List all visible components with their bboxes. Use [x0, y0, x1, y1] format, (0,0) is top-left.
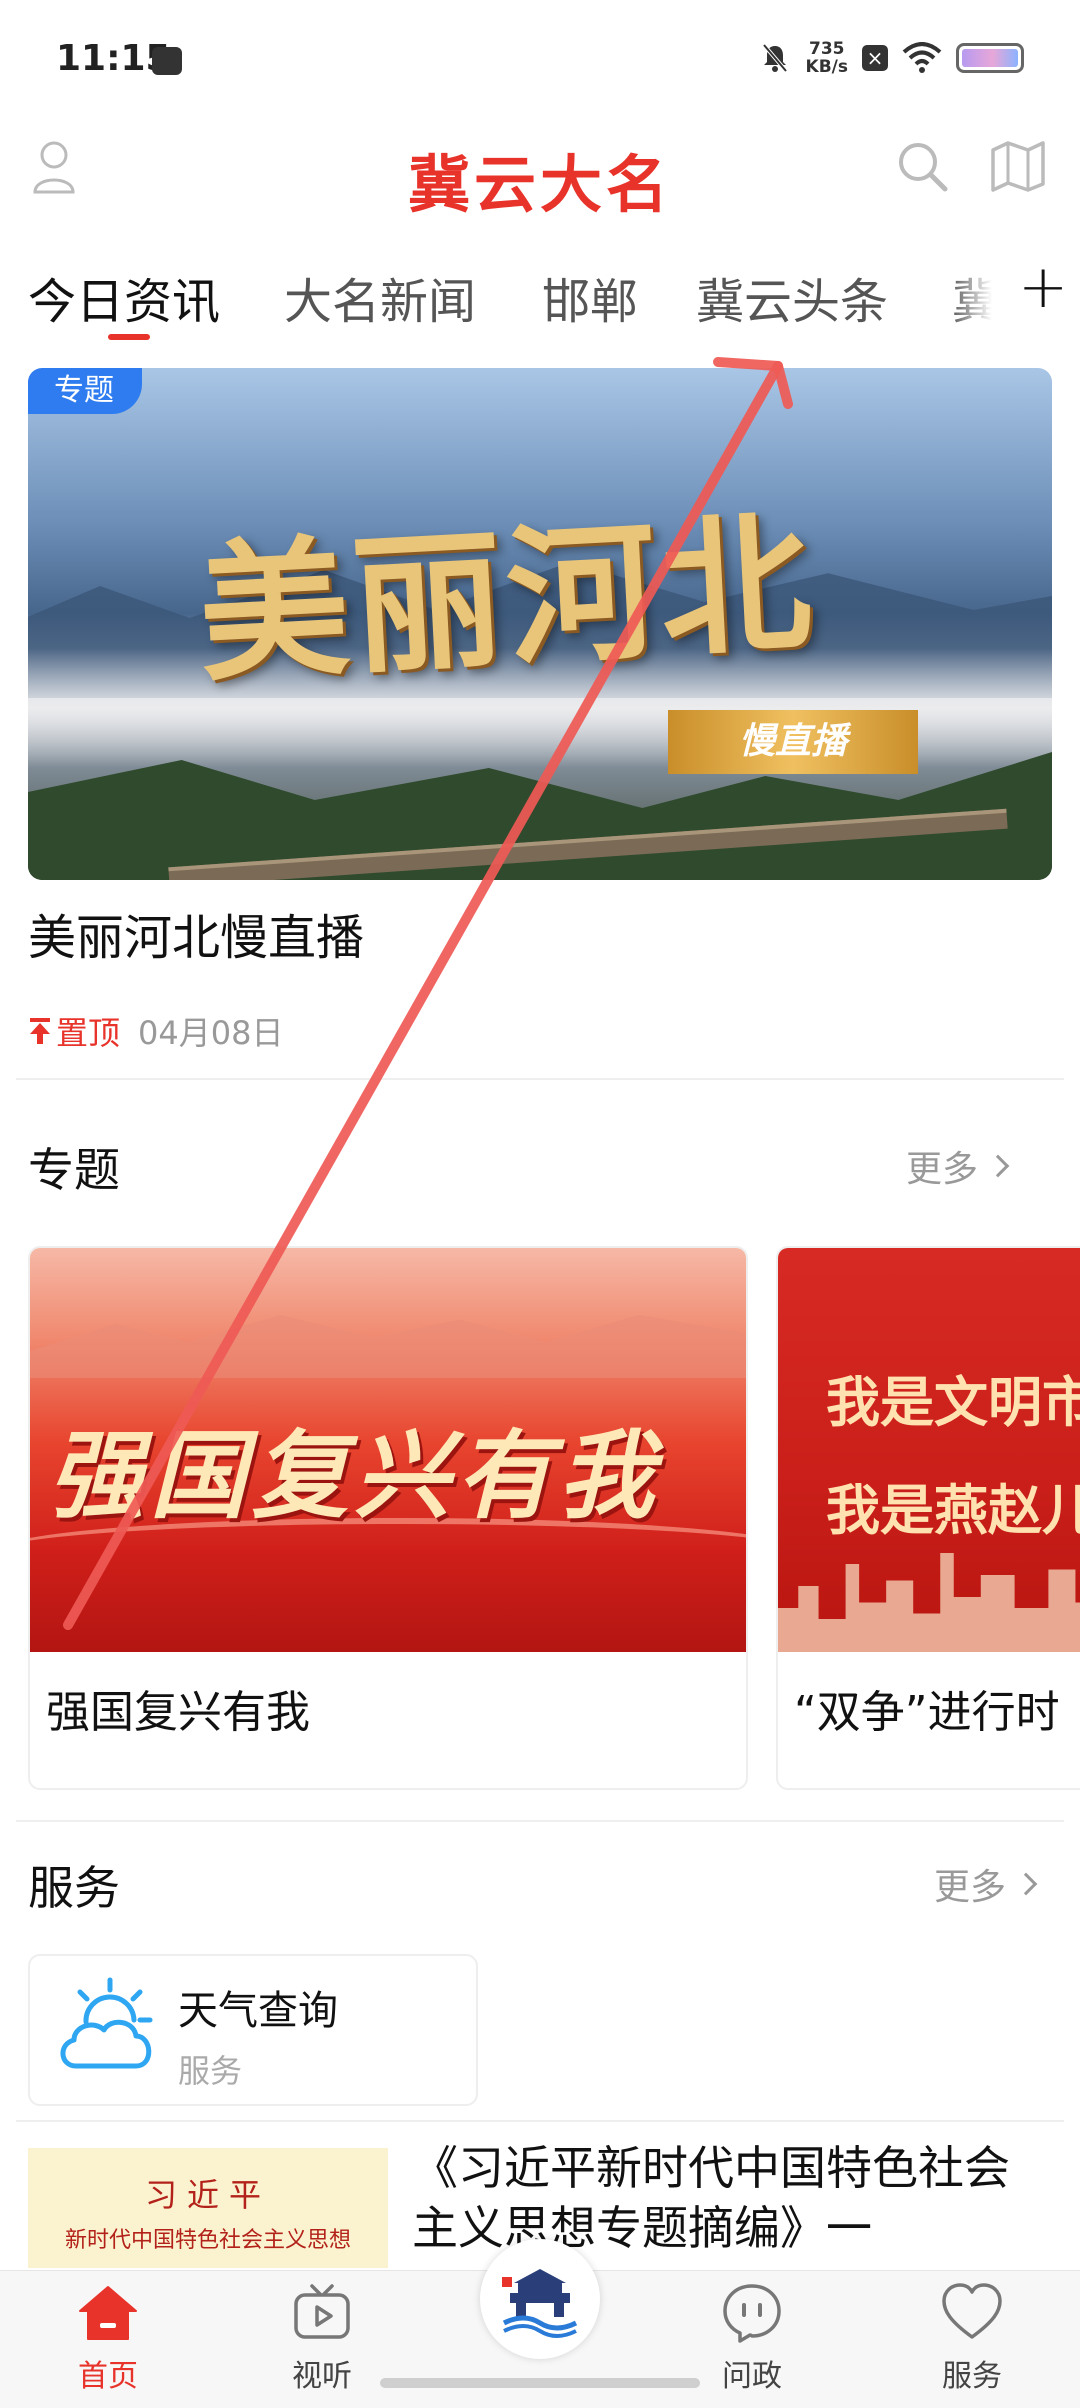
- news-meta: 置顶 04月08日: [28, 1008, 283, 1054]
- nav-label: 首页: [78, 2359, 138, 2394]
- more-label: 更多: [934, 1867, 1007, 1908]
- topics-more-link[interactable]: 更多: [906, 1140, 1010, 1192]
- topics-section-title: 专题: [28, 1143, 120, 1197]
- thumbnail-line2: 新时代中国特色社会主义思想: [64, 2228, 351, 2253]
- heart-icon: [942, 2283, 1002, 2339]
- tab-jiyun-headlines[interactable]: 冀云头条: [696, 262, 888, 332]
- tab-handan[interactable]: 邯郸: [542, 262, 638, 332]
- status-bar: 11:15 735 KB/s ×: [0, 0, 1080, 120]
- nav-home[interactable]: 首页: [28, 2281, 188, 2395]
- map-icon[interactable]: [990, 140, 1046, 192]
- featured-banner[interactable]: 美丽河北 慢直播 专题: [28, 368, 1052, 880]
- more-label: 更多: [906, 1149, 979, 1190]
- service-weather-card[interactable]: 天气查询 服务: [28, 1954, 478, 2106]
- divider: [16, 2120, 1064, 2122]
- network-speed-value: 735: [809, 39, 845, 59]
- news-date: 04月08日: [138, 1014, 284, 1052]
- chevron-right-icon: [1014, 1872, 1038, 1896]
- topic-image-line2: 我是燕赵儿女: [826, 1479, 1080, 1542]
- service-name: 天气查询: [178, 1988, 338, 2034]
- services-section-title: 服务: [28, 1861, 120, 1915]
- banner-live-label: 慢直播: [668, 710, 918, 774]
- topic-label: 强国复兴有我: [46, 1687, 310, 1738]
- topic-card[interactable]: 我是文明市民 我是燕赵儿女 “双争”进行时: [776, 1246, 1080, 1790]
- divider: [16, 1820, 1064, 1822]
- pin-top-icon: [30, 1018, 50, 1044]
- battery-icon: [956, 43, 1024, 73]
- daming-logo-icon: [502, 2269, 578, 2338]
- tab-daming-news[interactable]: 大名新闻: [284, 262, 476, 332]
- app-header: 冀云大名: [0, 120, 1080, 221]
- network-speed-unit: KB/s: [805, 57, 848, 77]
- nav-label: 问政: [722, 2359, 782, 2394]
- mute-bell-icon: [762, 43, 788, 73]
- topic-image-slogan: 强国复兴有我: [48, 1420, 660, 1532]
- nav-label: 服务: [942, 2359, 1002, 2394]
- network-speed: 735 KB/s: [806, 40, 848, 76]
- wifi-icon: [902, 42, 942, 73]
- chat-bubble-icon: [723, 2284, 781, 2343]
- topic-card[interactable]: 强国复兴有我 强国复兴有我: [28, 1246, 748, 1790]
- tab-today-news[interactable]: 今日资讯: [28, 262, 220, 332]
- special-topic-badge: 专题: [28, 368, 142, 414]
- nav-video[interactable]: 视听: [242, 2281, 402, 2395]
- topic-label: “双争”进行时: [794, 1687, 1060, 1738]
- nav-label: 视听: [292, 2359, 352, 2394]
- tv-play-icon: [294, 2284, 350, 2339]
- active-tab-indicator: [108, 334, 150, 340]
- nav-center-logo[interactable]: [480, 2239, 600, 2359]
- banner-calligraphy: 美丽河北: [194, 494, 819, 703]
- thumbnail-line1: 习近平: [144, 2176, 271, 2214]
- status-icons: 735 KB/s ×: [758, 40, 1024, 76]
- pinned-label: 置顶: [56, 1014, 121, 1052]
- sim-off-icon: ×: [862, 45, 888, 71]
- home-icon: [79, 2286, 137, 2340]
- search-icon[interactable]: [896, 140, 948, 192]
- home-indicator[interactable]: [380, 2378, 700, 2388]
- featured-news-title[interactable]: 美丽河北慢直播: [28, 898, 364, 968]
- chevron-right-icon: [986, 1154, 1010, 1178]
- topic-image: 我是文明市民 我是燕赵儿女: [778, 1248, 1080, 1652]
- message-notification-icon: [152, 47, 182, 75]
- nav-services[interactable]: 服务: [892, 2281, 1052, 2395]
- topic-image-line1: 我是文明市民: [826, 1371, 1080, 1434]
- service-type: 服务: [178, 2052, 243, 2090]
- divider: [16, 1078, 1064, 1080]
- article-thumbnail[interactable]: 习近平 新时代中国特色社会主义思想: [28, 2148, 388, 2268]
- services-more-link[interactable]: 更多: [934, 1858, 1038, 1910]
- channel-tabs: 今日资讯 大名新闻 邯郸 冀云头条 冀 +: [0, 240, 1080, 340]
- topic-image: 强国复兴有我: [30, 1248, 746, 1652]
- add-channel-icon[interactable]: +: [1018, 252, 1068, 322]
- weather-icon: [60, 1977, 153, 2069]
